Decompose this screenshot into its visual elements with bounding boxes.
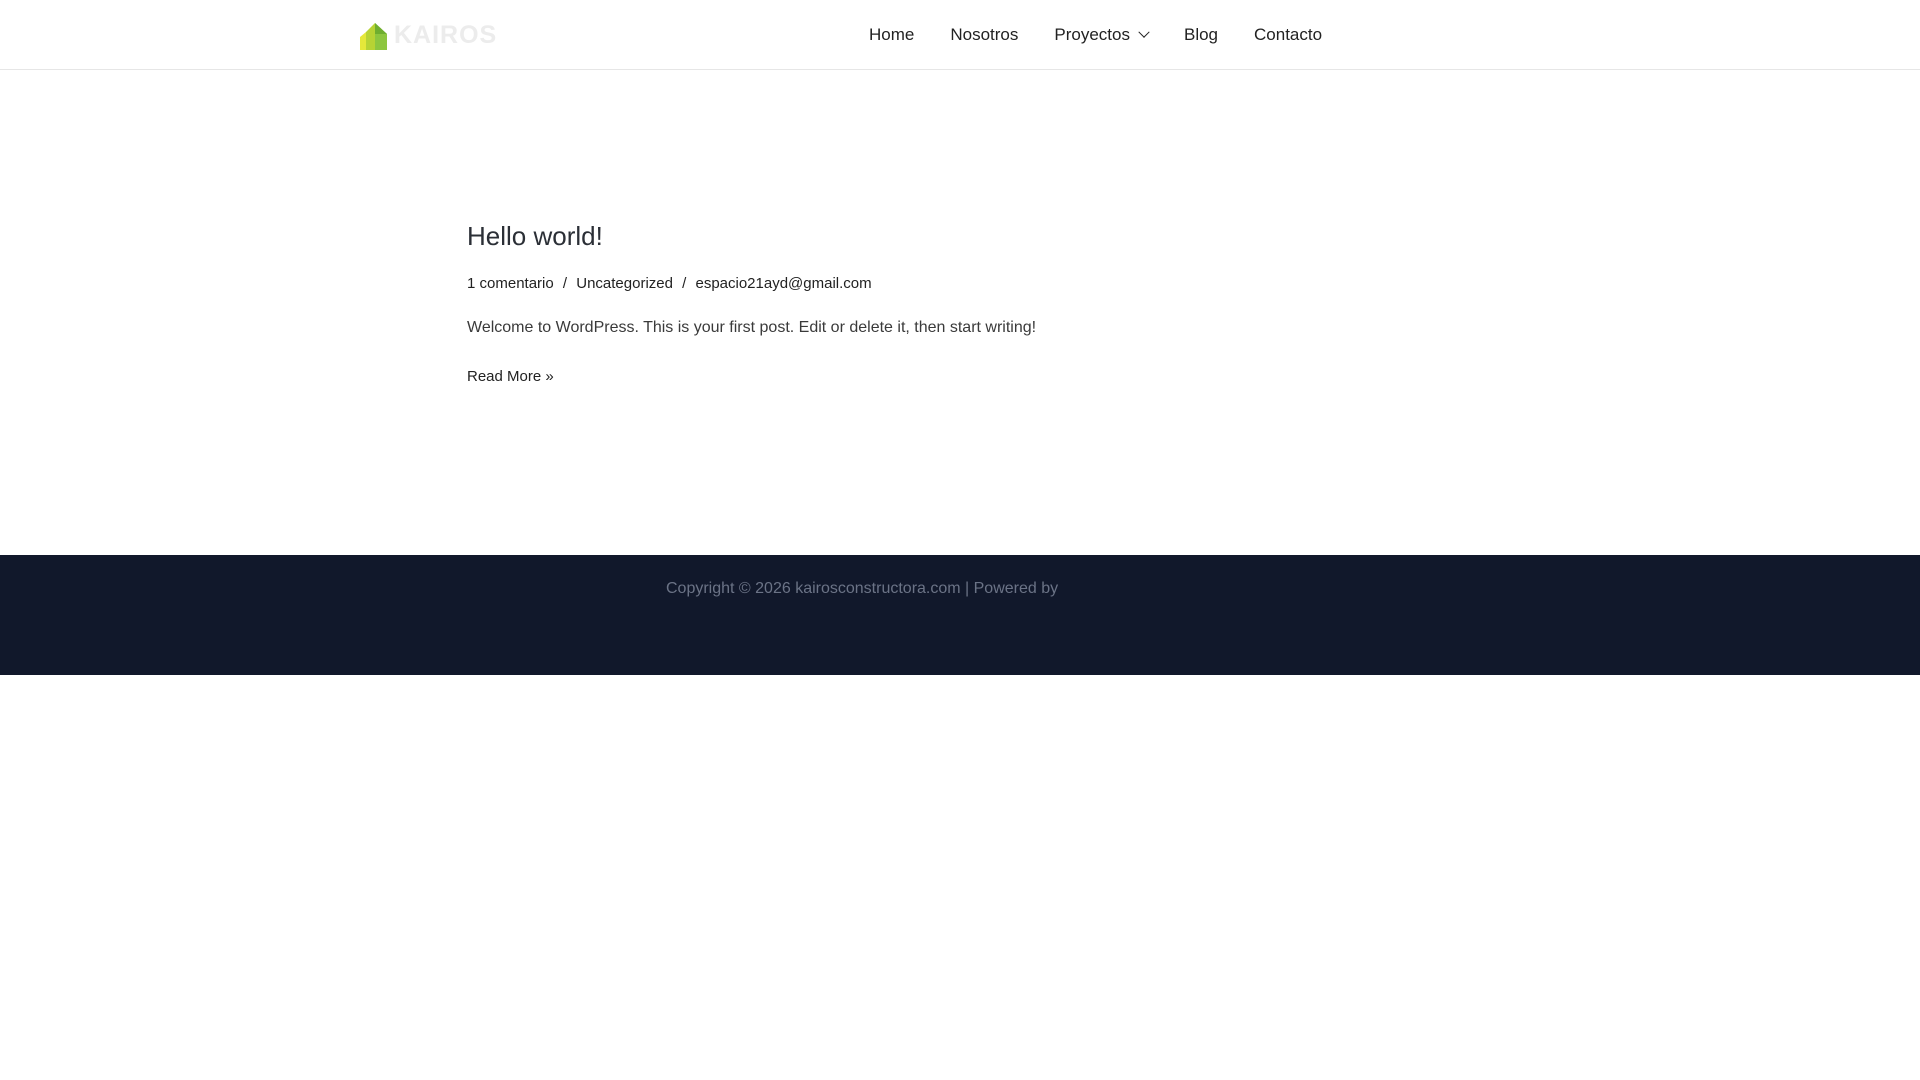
nav-proyectos-label: Proyectos <box>1054 25 1130 44</box>
site-footer: Copyright © 2026 kairosconstructora.com … <box>0 555 1920 675</box>
nav-nosotros-label: Nosotros <box>950 25 1019 44</box>
meta-separator: / <box>682 275 687 292</box>
nav-contacto-label: Contacto <box>1254 25 1323 44</box>
site-header: KAIROS Home Nosotros Proyectos Blog Cont… <box>0 0 1920 70</box>
main-nav: Home Nosotros Proyectos Blog Contacto <box>851 0 1340 70</box>
post-category-link[interactable]: Uncategorized <box>576 275 673 292</box>
logo-text: KAIROS <box>394 21 498 49</box>
nav-proyectos[interactable]: Proyectos <box>1036 0 1166 70</box>
nav-blog[interactable]: Blog <box>1166 0 1236 70</box>
post-title[interactable]: Hello world! <box>467 218 1467 254</box>
house-logo-icon <box>360 23 387 50</box>
post-list: Hello world! 1 comentario / Uncategorize… <box>467 218 1467 386</box>
post-author-link[interactable]: espacio21ayd@gmail.com <box>695 275 871 292</box>
post-excerpt: Welcome to WordPress. This is your first… <box>467 319 1037 336</box>
site-logo[interactable]: KAIROS <box>358 20 497 50</box>
chevron-down-icon[interactable] <box>1138 26 1150 38</box>
nav-blog-label: Blog <box>1183 25 1219 44</box>
post-comments-link[interactable]: 1 comentario <box>467 275 554 292</box>
post-meta: 1 comentario / Uncategorized / espacio21… <box>467 274 1467 294</box>
nav-nosotros[interactable]: Nosotros <box>932 0 1036 70</box>
nav-home[interactable]: Home <box>851 0 932 70</box>
read-more-link[interactable]: Read More » <box>467 368 554 385</box>
footer-copyright: Copyright © 2026 kairosconstructora.com … <box>666 580 1059 597</box>
nav-contacto[interactable]: Contacto <box>1236 0 1340 70</box>
nav-home-label: Home <box>869 25 915 44</box>
post-item: Hello world! 1 comentario / Uncategorize… <box>467 218 1467 386</box>
meta-separator: / <box>562 275 568 292</box>
